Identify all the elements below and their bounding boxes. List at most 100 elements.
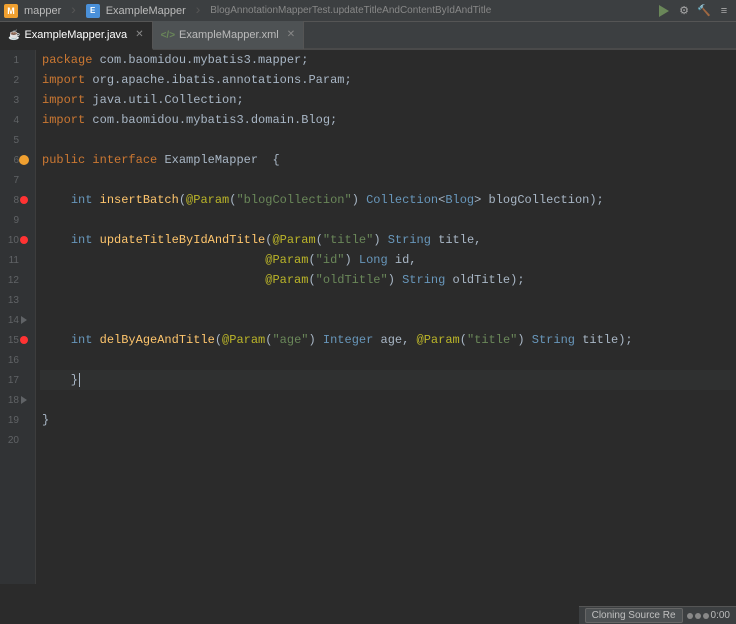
ann-age: @Param [222,333,265,347]
line-num-1: 1 [1,55,19,66]
generic-8: < [438,193,445,207]
line-num-17: 17 [1,375,19,386]
import-1-class: Param; [308,73,351,87]
line-number-row: 2 [0,70,35,90]
gutter-18 [19,395,29,405]
separator-1: › [69,3,77,19]
line-number-row: 14 [0,310,35,330]
indent-8 [42,193,71,207]
type-string-2: String [402,273,452,287]
breakpoint-icon-6[interactable] [19,155,29,165]
example-mapper-icon: E [86,4,100,18]
paren-8: ( [179,193,186,207]
code-line-14 [40,310,736,330]
line-num-4: 4 [1,115,19,126]
line-num-8: 8 [1,195,19,206]
gear-button[interactable]: ⚙ [676,3,692,19]
gutter-13 [19,295,29,305]
gutter-10 [19,235,29,245]
close-generic-8: > [474,193,488,207]
tab-xml-label: ExampleMapper.xml [179,29,279,41]
line-number-row: 6 [0,150,35,170]
breakpoint-icon-15[interactable] [20,336,28,344]
run-button[interactable] [656,3,672,19]
close-brace: } [42,413,49,427]
line-num-15: 15 [1,335,19,346]
line-num-16: 16 [1,355,19,366]
code-editor[interactable]: package com.baomidou.mybatis3.mapper; im… [36,50,736,584]
annotation-8: @Param [186,193,229,207]
method-delbyage: delByAgeAndTitle [100,333,215,347]
str-age: "age" [272,333,308,347]
line-num-9: 9 [1,215,19,226]
indent-10 [42,233,71,247]
gutter-6 [19,155,29,165]
app-topbar: M mapper › E ExampleMapper › BlogAnnotat… [0,0,736,22]
time-text: 0:00 [711,610,730,621]
after-8: ) [352,193,366,207]
build-button[interactable]: 🔨 [696,3,712,19]
code-line-11: @Param("id") Long id, [40,250,736,270]
p7: ( [265,333,272,347]
gutter-11 [19,255,29,265]
cloning-text: Cloning Source Re [592,610,676,621]
dot-1 [687,613,693,619]
code-line-13 [40,290,736,310]
tab-bar: ☕ ExampleMapper.java ✕ </> ExampleMapper… [0,22,736,50]
line-number-row: 18 [0,390,35,410]
line-num-20: 20 [1,435,19,446]
paren-15: ( [215,333,222,347]
type-collection: Collection [366,193,438,207]
param-oldtitle: oldTitle); [453,273,525,287]
type-int-8: int [71,193,100,207]
line-num-18: 18 [1,395,19,406]
app-icon: M [4,4,18,18]
str-title: "title" [323,233,373,247]
code-line-10: int updateTitleByIdAndTitle(@Param("titl… [40,230,736,250]
gutter-14 [19,315,29,325]
tab-xml[interactable]: </> ExampleMapper.xml ✕ [153,21,305,49]
line-num-5: 5 [1,135,19,146]
editor-container: 1 2 3 4 5 6 7 [0,50,736,584]
p6: ) [388,273,402,287]
extra-button[interactable]: ≡ [716,3,732,19]
indent-11 [42,253,265,267]
code-line-8: int insertBatch(@Param("blogCollection")… [40,190,736,210]
ann-title-2: @Param [417,333,460,347]
gutter-5 [19,135,29,145]
param-title-2: title); [582,333,632,347]
time-indicator: 0:00 [687,610,730,621]
gutter-12 [19,275,29,285]
str-id: "id" [316,253,345,267]
dot-3 [703,613,709,619]
java-icon: ☕ [8,30,20,41]
tab-java[interactable]: ☕ ExampleMapper.java ✕ [0,22,153,50]
p1: ( [316,233,323,247]
gutter-20 [19,435,29,445]
status-bar: Cloning Source Re 0:00 [579,606,736,624]
type-long: Long [359,253,395,267]
line-num-12: 12 [1,275,19,286]
code-line-16 [40,350,736,370]
p10: ) [517,333,531,347]
method-updatetitle: updateTitleByIdAndTitle [100,233,266,247]
p5: ( [308,273,315,287]
line-num-14: 14 [1,315,19,326]
gutter-19 [19,415,29,425]
tab-java-close[interactable]: ✕ [135,30,143,40]
fold-arrow-18[interactable] [21,396,27,404]
fold-arrow-14[interactable] [21,316,27,324]
p3: ( [308,253,315,267]
tab-xml-close[interactable]: ✕ [287,30,295,40]
kw-import: import [42,73,92,87]
kw-package: package [42,53,100,67]
run-icon [659,5,669,17]
code-line-7 [40,170,736,190]
breakpoint-icon-10[interactable] [20,236,28,244]
type-blog: Blog [445,193,474,207]
line-num-13: 13 [1,295,19,306]
gutter-15 [19,335,29,345]
line-number-row: 9 [0,210,35,230]
code-line-4: import com.baomidou.mybatis3.domain.Blog… [40,110,736,130]
breakpoint-icon-8[interactable] [20,196,28,204]
